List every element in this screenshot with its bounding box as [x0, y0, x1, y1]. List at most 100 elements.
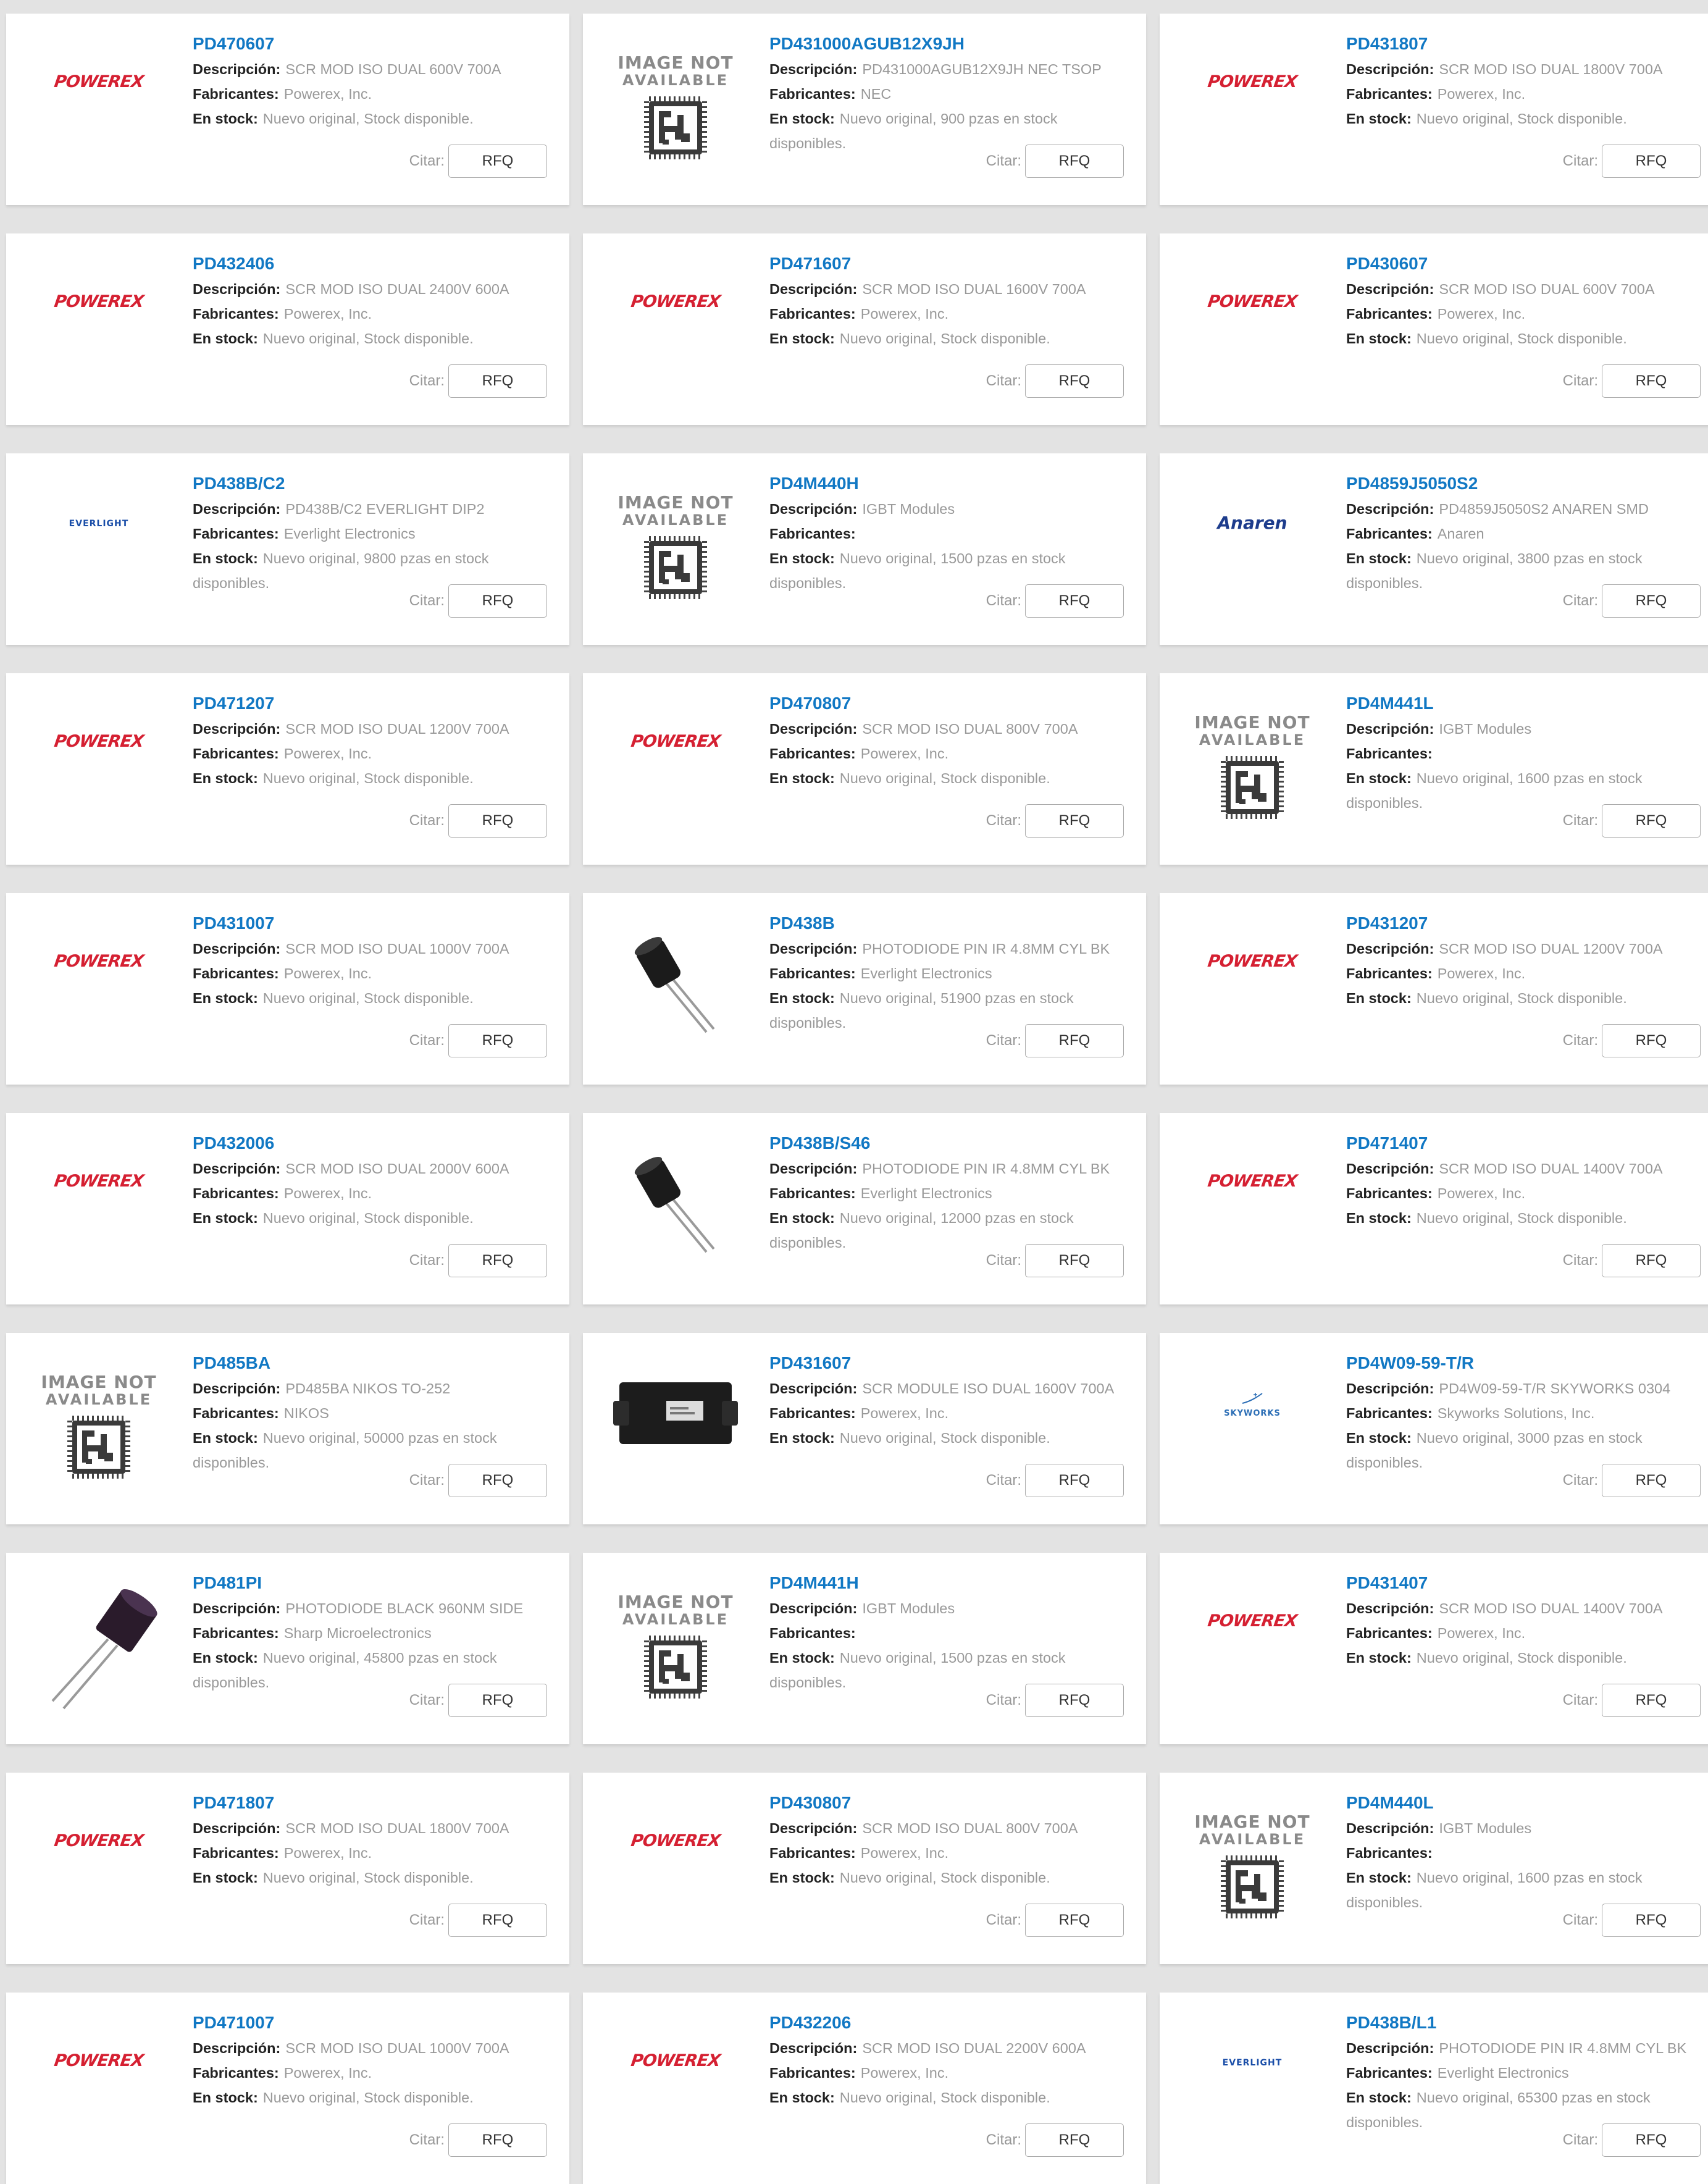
rfq-button[interactable]: RFQ [1602, 1904, 1701, 1937]
part-number-link[interactable]: PD431207 [1346, 912, 1701, 935]
rfq-button[interactable]: RFQ [1602, 1024, 1701, 1057]
product-thumbnail[interactable]: IMAGE NOT AVAILABLE [31, 1358, 167, 1493]
part-number-link[interactable]: PD432006 [193, 1132, 547, 1155]
rfq-button[interactable]: RFQ [448, 364, 547, 398]
product-thumbnail[interactable]: POWEREX [1184, 38, 1320, 174]
product-thumbnail[interactable]: POWEREX [1184, 1577, 1320, 1713]
product-thumbnail[interactable]: IMAGE NOT AVAILABLE [608, 478, 743, 614]
product-thumbnail[interactable] [608, 918, 743, 1054]
rfq-button[interactable]: RFQ [1025, 584, 1124, 618]
rfq-button[interactable]: RFQ [448, 804, 547, 838]
part-number-link[interactable]: PD4M440L [1346, 1791, 1701, 1815]
part-number-link[interactable]: PD470807 [769, 692, 1124, 715]
product-thumbnail[interactable]: POWEREX [1184, 918, 1320, 1054]
part-number-link[interactable]: PD438B/S46 [769, 1132, 1124, 1155]
rfq-button[interactable]: RFQ [1025, 2123, 1124, 2157]
product-thumbnail[interactable]: POWEREX [31, 1797, 167, 1933]
part-number-link[interactable]: PD471407 [1346, 1132, 1701, 1155]
product-thumbnail[interactable]: POWEREX [31, 1138, 167, 1274]
product-thumbnail[interactable]: EVERLIGHT [1184, 2017, 1320, 2153]
part-number-link[interactable]: PD431000AGUB12X9JH [769, 32, 1124, 56]
rfq-button[interactable]: RFQ [1602, 804, 1701, 838]
product-thumbnail[interactable]: POWEREX [608, 698, 743, 834]
product-thumbnail[interactable]: IMAGE NOT AVAILABLE [1184, 1797, 1320, 1933]
part-number-link[interactable]: PD432406 [193, 252, 547, 275]
part-number-link[interactable]: PD438B/C2 [193, 472, 547, 495]
rfq-button[interactable]: RFQ [1025, 1904, 1124, 1937]
product-thumbnail[interactable]: POWEREX [31, 38, 167, 174]
part-number-link[interactable]: PD431007 [193, 912, 547, 935]
rfq-button[interactable]: RFQ [1025, 364, 1124, 398]
part-number-link[interactable]: PD438B [769, 912, 1124, 935]
part-number-link[interactable]: PD471807 [193, 1791, 547, 1815]
rfq-button[interactable]: RFQ [448, 1464, 547, 1497]
part-number-link[interactable]: PD430607 [1346, 252, 1701, 275]
part-number-link[interactable]: PD470607 [193, 32, 547, 56]
product-thumbnail[interactable]: EVERLIGHT [31, 478, 167, 614]
rfq-button[interactable]: RFQ [448, 145, 547, 178]
powerex-logo: POWEREX [629, 2051, 722, 2070]
description-label: Descripción: [769, 1600, 858, 1616]
manufacturer-row: Fabricantes: Powerex, Inc. [769, 1841, 1124, 1865]
rfq-button[interactable]: RFQ [1025, 804, 1124, 838]
product-thumbnail[interactable]: POWEREX [31, 918, 167, 1054]
product-thumbnail[interactable] [608, 1138, 743, 1274]
rfq-button[interactable]: RFQ [1025, 1684, 1124, 1717]
part-number-link[interactable]: PD4W09-59-T/R [1346, 1351, 1701, 1375]
product-thumbnail[interactable]: POWEREX [31, 258, 167, 394]
product-thumbnail[interactable]: POWEREX [31, 2017, 167, 2153]
part-number-link[interactable]: PD471007 [193, 2011, 547, 2035]
product-thumbnail[interactable]: IMAGE NOT AVAILABLE [608, 38, 743, 174]
product-thumbnail[interactable]: IMAGE NOT AVAILABLE [1184, 698, 1320, 834]
part-number-link[interactable]: PD4M441L [1346, 692, 1701, 715]
product-thumbnail[interactable]: SKYWORKS [1184, 1358, 1320, 1493]
part-number-link[interactable]: PD4859J5050S2 [1346, 472, 1701, 495]
product-thumbnail[interactable]: IMAGE NOT AVAILABLE [608, 1577, 743, 1713]
rfq-button[interactable]: RFQ [1602, 364, 1701, 398]
part-number-link[interactable]: PD432206 [769, 2011, 1124, 2035]
quote-label: Citar: [409, 812, 445, 829]
product-thumbnail[interactable] [31, 1577, 167, 1713]
rfq-button[interactable]: RFQ [1025, 1024, 1124, 1057]
manufacturer-value: Powerex, Inc. [1437, 306, 1526, 322]
rfq-button[interactable]: RFQ [1602, 1464, 1701, 1497]
part-number-link[interactable]: PD430807 [769, 1791, 1124, 1815]
rfq-button[interactable]: RFQ [1602, 1244, 1701, 1277]
manufacturer-value: Powerex, Inc. [283, 2065, 372, 2081]
rfq-button[interactable]: RFQ [448, 1684, 547, 1717]
part-number-link[interactable]: PD471607 [769, 252, 1124, 275]
part-number-link[interactable]: PD485BA [193, 1351, 547, 1375]
quote-label: Citar: [986, 1472, 1021, 1489]
rfq-button[interactable]: RFQ [1602, 2123, 1701, 2157]
product-thumbnail[interactable]: POWEREX [1184, 1138, 1320, 1274]
part-number-link[interactable]: PD431407 [1346, 1571, 1701, 1595]
rfq-button[interactable]: RFQ [448, 584, 547, 618]
rfq-button[interactable]: RFQ [1025, 1244, 1124, 1277]
part-number-link[interactable]: PD481PI [193, 1571, 547, 1595]
product-thumbnail[interactable]: Anaren [1184, 478, 1320, 614]
stock-value: Nuevo original, Stock disponible. [1416, 990, 1627, 1006]
rfq-button[interactable]: RFQ [1025, 1464, 1124, 1497]
product-thumbnail[interactable]: POWEREX [1184, 258, 1320, 394]
quote-label: Citar: [1562, 1692, 1598, 1708]
product-thumbnail[interactable]: POWEREX [31, 698, 167, 834]
part-number-link[interactable]: PD438B/L1 [1346, 2011, 1701, 2035]
product-thumbnail[interactable]: POWEREX [608, 2017, 743, 2153]
product-thumbnail[interactable]: POWEREX [608, 258, 743, 394]
rfq-button[interactable]: RFQ [448, 1024, 547, 1057]
part-number-link[interactable]: PD471207 [193, 692, 547, 715]
rfq-button[interactable]: RFQ [1602, 584, 1701, 618]
rfq-button[interactable]: RFQ [1602, 1684, 1701, 1717]
product-card: POWEREX PD471007 Descripción: SCR MOD ISO… [6, 1993, 569, 2184]
rfq-button[interactable]: RFQ [1025, 145, 1124, 178]
rfq-button[interactable]: RFQ [448, 1904, 547, 1937]
rfq-button[interactable]: RFQ [448, 1244, 547, 1277]
part-number-link[interactable]: PD4M440H [769, 472, 1124, 495]
product-thumbnail[interactable]: POWEREX [608, 1797, 743, 1933]
part-number-link[interactable]: PD4M441H [769, 1571, 1124, 1595]
part-number-link[interactable]: PD431607 [769, 1351, 1124, 1375]
rfq-button[interactable]: RFQ [1602, 145, 1701, 178]
part-number-link[interactable]: PD431807 [1346, 32, 1701, 56]
product-thumbnail[interactable] [608, 1358, 743, 1493]
rfq-button[interactable]: RFQ [448, 2123, 547, 2157]
